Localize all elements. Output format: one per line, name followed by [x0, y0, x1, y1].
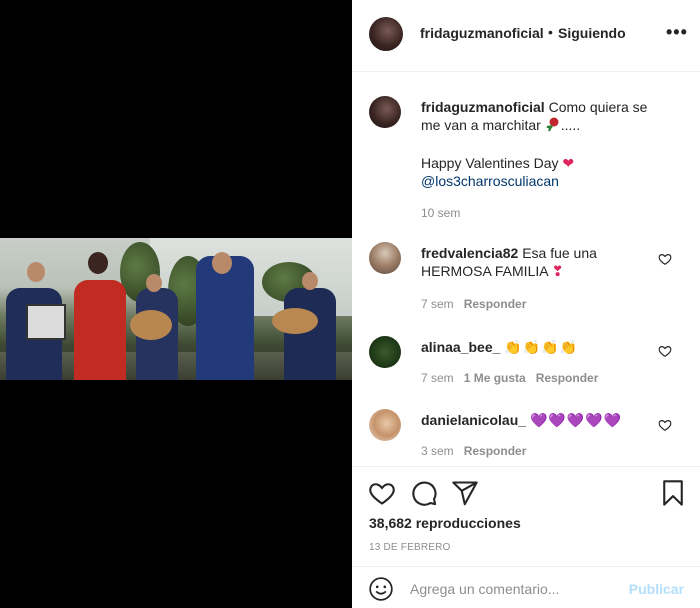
clapping-emoji-icon: 👏👏👏👏	[504, 339, 579, 355]
comment-age[interactable]: 7 sem	[421, 371, 454, 385]
add-comment-bar: Publicar	[352, 566, 700, 608]
caption-age[interactable]: 10 sem	[421, 206, 460, 220]
smile-icon[interactable]	[368, 576, 394, 602]
comment-item: fredvalencia82 Esa fue una HERMOSA FAMIL…	[352, 242, 700, 314]
avatar[interactable]	[369, 336, 401, 368]
caption-text: fridaguzmanoficial Como quiera se me van…	[421, 98, 666, 190]
mention-link[interactable]: @los3charrosculiacan	[421, 173, 559, 189]
video-player[interactable]	[0, 0, 352, 608]
bookmark-icon[interactable]	[659, 479, 687, 507]
comment-item: danielanicolau_ 💜💜💜💜💜 3 sem Responder	[352, 409, 700, 465]
views-count[interactable]: 38,682 reproducciones	[369, 515, 521, 531]
likes-count[interactable]: 1 Me gusta	[464, 371, 526, 385]
comment-username[interactable]: alinaa_bee_	[421, 339, 500, 355]
singer-red-dress	[74, 280, 126, 380]
comment-text: fredvalencia82 Esa fue una HERMOSA FAMIL…	[421, 244, 641, 280]
reply-button[interactable]: Responder	[464, 444, 527, 458]
caption-ellipsis: .....	[560, 117, 581, 133]
comment-age[interactable]: 3 sem	[421, 444, 454, 458]
avatar[interactable]	[369, 17, 403, 51]
video-frame[interactable]	[0, 238, 352, 380]
caption-line2: Happy Valentines Day	[421, 155, 559, 171]
comment-item: alinaa_bee_ 👏👏👏👏 7 sem 1 Me gusta Responde…	[352, 336, 700, 392]
comment-username[interactable]: fredvalencia82	[421, 245, 518, 261]
avatar[interactable]	[369, 96, 401, 128]
guitar	[130, 310, 172, 340]
heart-icon[interactable]	[658, 252, 672, 266]
accordion	[26, 304, 66, 340]
post-username[interactable]: fridaguzmanoficial	[420, 25, 544, 41]
musician-head	[146, 274, 162, 292]
comment-icon[interactable]	[410, 479, 438, 507]
musician-head	[27, 262, 45, 282]
comment-text: alinaa_bee_ 👏👏👏👏	[421, 338, 661, 356]
comment-input[interactable]	[410, 577, 620, 601]
post-header: fridaguzmanoficial • Siguiendo •••	[352, 0, 700, 72]
comment-age[interactable]: 7 sem	[421, 297, 454, 311]
action-bar: 38,682 reproducciones 13 DE FEBRERO	[352, 466, 700, 566]
comment-meta: 7 sem Responder	[421, 297, 526, 311]
post-date[interactable]: 13 DE FEBRERO	[369, 542, 451, 553]
separator-dot: •	[548, 24, 553, 40]
caption: fridaguzmanoficial Como quiera se me van…	[352, 96, 700, 226]
reply-button[interactable]: Responder	[536, 371, 599, 385]
heart-icon[interactable]	[658, 344, 672, 358]
comment-username[interactable]: danielanicolau_	[421, 412, 526, 428]
comment-meta: 3 sem Responder	[421, 444, 526, 458]
rose-emoji-icon	[545, 116, 561, 136]
heart-icon[interactable]	[368, 479, 396, 507]
comment-text: danielanicolau_ 💜💜💜💜💜	[421, 411, 661, 429]
musician-guitar	[284, 288, 336, 380]
share-icon[interactable]	[451, 479, 479, 507]
reply-button[interactable]: Responder	[464, 297, 527, 311]
comment-meta: 7 sem 1 Me gusta Responder	[421, 371, 598, 385]
more-icon[interactable]: •••	[666, 22, 688, 43]
singer-blue-suit	[196, 256, 254, 380]
purple-heart-emoji-icon: 💜💜💜💜💜	[529, 412, 623, 428]
musician-head	[302, 272, 318, 290]
following-button[interactable]: Siguiendo	[558, 25, 626, 41]
avatar[interactable]	[369, 409, 401, 441]
heart-icon[interactable]	[658, 418, 672, 432]
publish-button[interactable]: Publicar	[629, 581, 684, 597]
avatar[interactable]	[369, 242, 401, 274]
heart-exclamation-emoji-icon: ❣	[551, 263, 564, 279]
singer-head	[212, 252, 232, 274]
caption-username[interactable]: fridaguzmanoficial	[421, 99, 545, 115]
red-heart-emoji-icon: ❤	[562, 155, 575, 171]
singer-head	[88, 252, 108, 274]
post-panel: fridaguzmanoficial • Siguiendo ••• frida…	[352, 0, 700, 608]
guitar	[272, 308, 318, 334]
